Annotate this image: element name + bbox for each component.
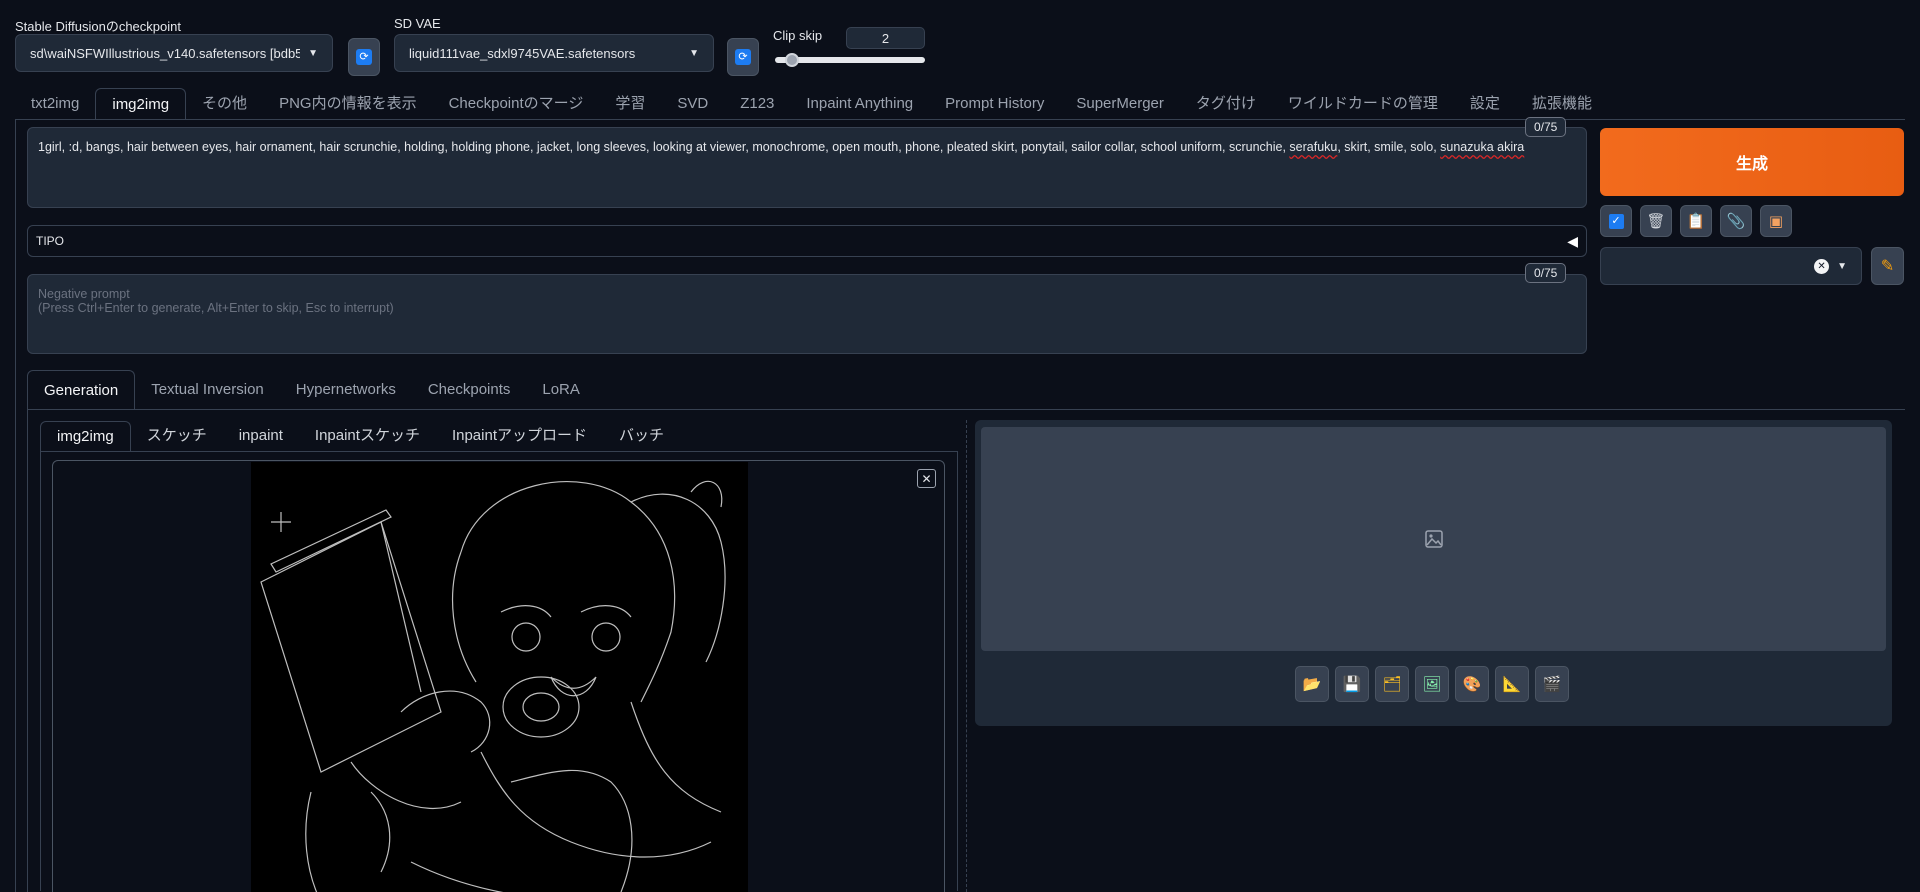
refresh-icon: ⟳: [735, 49, 751, 65]
img-tabs-divider: [40, 451, 958, 452]
negative-prompt-textarea[interactable]: Negative prompt (Press Ctrl+Enter to gen…: [27, 274, 1587, 354]
main-tab-9[interactable]: Prompt History: [929, 88, 1060, 120]
tipo-label: TIPO: [36, 234, 65, 248]
main-tab-5[interactable]: 学習: [599, 88, 661, 120]
vae-dropdown[interactable]: liquid111vae_sdxl9745VAE.safetensors ▼: [394, 34, 714, 72]
img2img-mode-tabs: img2img スケッチ inpaint Inpaintスケッチ Inpaintアップロ…: [40, 420, 680, 451]
main-tab-8[interactable]: Inpaint Anything: [790, 88, 929, 120]
trash-icon[interactable]: 🗑: [1640, 205, 1672, 237]
negative-token-counter: 0/75: [1525, 263, 1567, 283]
ruler-icon[interactable]: 📐: [1495, 666, 1529, 702]
gen-panel-border-left: [27, 409, 28, 892]
checkpoint-label: Stable Diffusionのcheckpoint: [15, 19, 181, 34]
palette-icon[interactable]: 🎨: [1455, 666, 1489, 702]
clipboard-icon[interactable]: 📋: [1680, 205, 1712, 237]
output-panel: 📂 💾 🗂 🖼 🎨 📐 🎬: [975, 420, 1892, 726]
generate-button[interactable]: 生成: [1600, 128, 1904, 196]
img-panel-left: [40, 451, 41, 891]
vae-value: liquid111vae_sdxl9745VAE.safetensors: [409, 45, 636, 61]
tool-row: ✓ 🗑 📋 📎 ▣: [1600, 205, 1792, 237]
main-tab-3[interactable]: PNG内の情報を表示: [263, 88, 433, 120]
refresh-icon: ⟳: [356, 49, 372, 65]
img-tab-5[interactable]: バッチ: [603, 421, 680, 451]
edit-styles-button[interactable]: ✎: [1871, 247, 1904, 285]
panel-border-left: [15, 119, 16, 892]
negative-placeholder-line1: Negative prompt: [38, 287, 130, 301]
gen-tab-0[interactable]: Generation: [27, 370, 136, 410]
main-tab-12[interactable]: ワイルドカードの管理: [1272, 88, 1454, 120]
chevron-down-icon: ▼: [1837, 260, 1847, 272]
tabs-divider: [15, 119, 1905, 120]
prompt-text-d: sunazuka akira: [1440, 140, 1525, 154]
main-tab-14[interactable]: 拡張機能: [1516, 88, 1608, 120]
vae-label: SD VAE: [394, 16, 441, 31]
output-gallery[interactable]: [981, 427, 1886, 651]
img-panel-right: [957, 451, 958, 891]
zip-icon[interactable]: 🗂: [1375, 666, 1409, 702]
output-tools: 📂 💾 🗂 🖼 🎨 📐 🎬: [1295, 666, 1569, 702]
main-tab-13[interactable]: 設定: [1454, 88, 1516, 120]
chevron-down-icon: ▼: [308, 47, 318, 59]
gen-tab-1[interactable]: Textual Inversion: [135, 370, 280, 410]
checkbox-icon[interactable]: ✓: [1600, 205, 1632, 237]
save-icon[interactable]: 💾: [1335, 666, 1369, 702]
prompt-text-c: , skirt, smile, solo,: [1337, 140, 1441, 154]
image-icon[interactable]: 🖼: [1415, 666, 1449, 702]
pencil-icon: ✎: [1880, 258, 1895, 275]
gen-tab-4[interactable]: LoRA: [526, 370, 596, 410]
gen-tabs-divider: [27, 409, 1905, 410]
img-tab-3[interactable]: Inpaintスケッチ: [299, 421, 436, 451]
slider-thumb[interactable]: [785, 53, 799, 67]
clip-skip-label: Clip skip: [773, 28, 823, 43]
styles-dropdown[interactable]: ✕ ▼: [1600, 247, 1862, 285]
img-tab-2[interactable]: inpaint: [223, 421, 299, 451]
prompt-token-counter: 0/75: [1525, 117, 1567, 137]
paperclip-icon[interactable]: 📎: [1720, 205, 1752, 237]
prompt-text-b: serafuku: [1289, 140, 1338, 154]
image-input-area[interactable]: ✕: [52, 460, 945, 892]
gen-tab-2[interactable]: Hypernetworks: [280, 370, 412, 410]
chevron-down-icon: ▼: [689, 47, 699, 59]
style-icon[interactable]: ▣: [1760, 205, 1792, 237]
main-tab-11[interactable]: タグ付け: [1180, 88, 1272, 120]
main-tab-6[interactable]: SVD: [661, 88, 724, 120]
prompt-textarea[interactable]: 1girl, :d, bangs, hair between eyes, hai…: [27, 127, 1587, 208]
main-tab-2[interactable]: その他: [186, 88, 263, 120]
collapse-arrow-icon: ◀: [1567, 232, 1578, 249]
img-tab-1[interactable]: スケッチ: [131, 421, 223, 451]
image-placeholder-icon: [1424, 530, 1443, 548]
prompt-text-a: 1girl, :d, bangs, hair between eyes, hai…: [38, 140, 1290, 154]
gen-tab-3[interactable]: Checkpoints: [412, 370, 527, 410]
clip-skip-slider[interactable]: [775, 53, 925, 67]
main-tabs: txt2img img2img その他 PNG内の情報を表示 Checkpointのマー…: [15, 88, 1608, 120]
folder-icon[interactable]: 📂: [1295, 666, 1329, 702]
checkpoint-value: sd\waiNSFWIllustrious_v140.safetensors […: [30, 45, 301, 61]
video-icon[interactable]: 🎬: [1535, 666, 1569, 702]
lineart-drawing: [260, 480, 726, 892]
main-tab-10[interactable]: SuperMerger: [1060, 88, 1180, 120]
negative-placeholder-line2: (Press Ctrl+Enter to generate, Alt+Enter…: [38, 301, 394, 315]
img-tab-0[interactable]: img2img: [40, 421, 131, 451]
main-tab-4[interactable]: Checkpointのマージ: [433, 88, 600, 120]
img-tab-4[interactable]: Inpaintアップロード: [436, 421, 603, 451]
checkpoint-dropdown[interactable]: sd\waiNSFWIllustrious_v140.safetensors […: [15, 34, 333, 72]
clear-icon[interactable]: ✕: [1814, 258, 1830, 274]
refresh-checkpoint-button[interactable]: ⟳: [348, 38, 380, 76]
refresh-vae-button[interactable]: ⟳: [727, 38, 759, 76]
clip-skip-number[interactable]: 2: [846, 27, 925, 49]
input-image-lineart: [251, 462, 748, 892]
main-tab-0[interactable]: txt2img: [15, 88, 95, 120]
main-tab-1[interactable]: img2img: [95, 88, 187, 120]
close-icon[interactable]: ✕: [917, 469, 936, 488]
main-tab-7[interactable]: Z123: [724, 88, 790, 120]
column-divider: [966, 420, 967, 892]
generation-tabs: Generation Textual Inversion Hypernetworks…: [27, 370, 596, 410]
tipo-accordion[interactable]: TIPO ◀: [27, 225, 1587, 257]
